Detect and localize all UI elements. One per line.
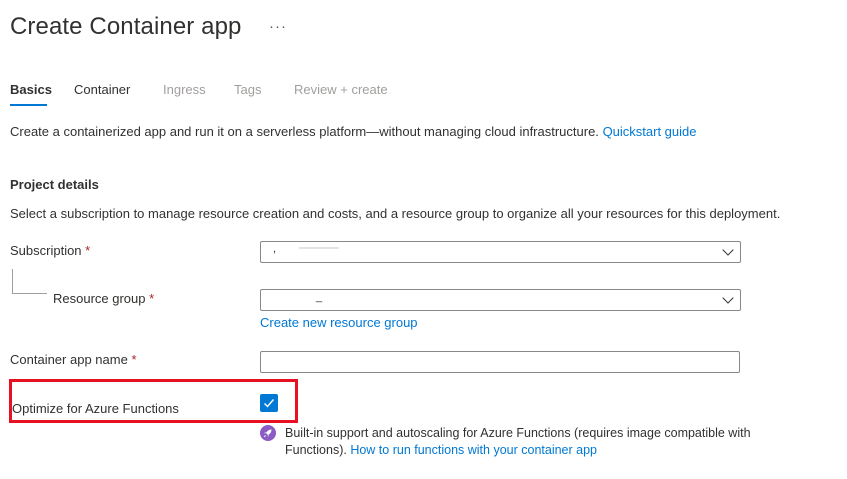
functions-info-text: Built-in support and autoscaling for Azu… — [285, 425, 805, 459]
resource-group-label-text: Resource group — [53, 291, 146, 306]
container-app-name-input[interactable] — [260, 351, 740, 373]
create-new-resource-group-link[interactable]: Create new resource group — [260, 315, 418, 330]
optimize-functions-checkbox[interactable] — [260, 394, 278, 412]
tab-container[interactable]: Container — [74, 82, 130, 97]
subscription-label-text: Subscription — [10, 243, 82, 258]
more-ellipsis-icon[interactable]: ··· — [269, 18, 287, 35]
rocket-icon — [260, 425, 276, 441]
required-mark: * — [85, 243, 91, 258]
chevron-down-icon — [722, 292, 734, 304]
required-mark: * — [149, 291, 155, 306]
tab-tags[interactable]: Tags — [234, 82, 261, 97]
breadcrumb[interactable] — [10, 0, 410, 8]
how-to-run-functions-link[interactable]: How to run functions with your container… — [350, 443, 597, 457]
page-title: Create Container app — [10, 13, 242, 40]
intro-description: Create a containerized app and run it on… — [10, 124, 599, 139]
container-app-name-label-text: Container app name — [10, 352, 128, 367]
project-details-heading: Project details — [10, 177, 99, 192]
checkmark-icon — [264, 399, 275, 408]
tab-review-create[interactable]: Review + create — [294, 82, 388, 97]
resource-group-value: _ — [316, 291, 323, 303]
create-resource-group-wrapper: Create new resource group — [260, 315, 418, 330]
subscription-value: , — [273, 243, 277, 255]
intro-text: Create a containerized app and run it on… — [10, 124, 697, 139]
subscription-dropdown[interactable]: , — [260, 241, 741, 263]
resource-group-dropdown[interactable]: _ — [260, 289, 741, 311]
tab-basics[interactable]: Basics — [10, 82, 52, 97]
hierarchy-connector — [12, 269, 47, 294]
active-tab-indicator — [10, 104, 47, 106]
breadcrumb-fragment — [10, 0, 410, 5]
project-details-description: Select a subscription to manage resource… — [10, 206, 781, 221]
required-mark: * — [131, 352, 137, 367]
subscription-label: Subscription * — [10, 243, 90, 258]
resource-group-label: Resource group * — [53, 291, 154, 306]
rocket-glyph — [263, 429, 272, 438]
tab-ingress[interactable]: Ingress — [163, 82, 206, 97]
chevron-down-icon — [722, 244, 734, 256]
container-app-name-label: Container app name * — [10, 352, 137, 367]
redacted-subscription-mark — [299, 247, 339, 249]
optimize-functions-label: Optimize for Azure Functions — [12, 401, 179, 416]
quickstart-guide-link[interactable]: Quickstart guide — [603, 124, 697, 139]
